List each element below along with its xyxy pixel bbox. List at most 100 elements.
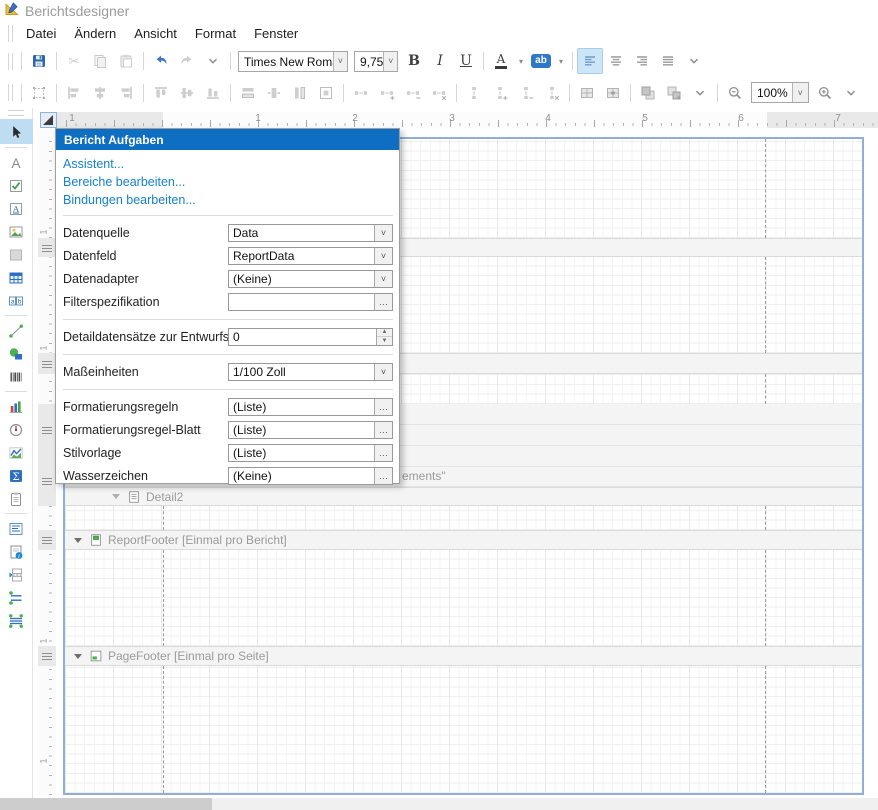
collapse-triangle-icon[interactable] bbox=[74, 538, 82, 543]
band-splitter-handle[interactable] bbox=[42, 245, 52, 252]
font-name-combo-dropdown-icon[interactable]: ˅ bbox=[333, 52, 347, 71]
label-tool[interactable]: A bbox=[2, 151, 30, 174]
zoom-in-button[interactable] bbox=[812, 80, 838, 106]
ellipsis-button[interactable]: … bbox=[374, 294, 392, 310]
font-name-combo[interactable]: Times New Roman˅ bbox=[238, 51, 348, 72]
ruler-corner-button[interactable] bbox=[40, 112, 57, 128]
dropdown-button[interactable]: ˅ bbox=[374, 225, 392, 241]
copy-button[interactable] bbox=[87, 48, 113, 74]
spin-up-icon[interactable]: ▲ bbox=[377, 329, 392, 338]
align-center-button[interactable] bbox=[603, 48, 629, 74]
align-lefts-button[interactable] bbox=[61, 80, 87, 106]
shape-tool[interactable] bbox=[2, 342, 30, 365]
band-splitter-handle[interactable] bbox=[42, 478, 52, 485]
align-rights-button[interactable] bbox=[113, 80, 139, 106]
ellipsis-button[interactable]: … bbox=[374, 445, 392, 461]
space-horizontal-remove-button[interactable] bbox=[426, 80, 452, 106]
bold-button[interactable]: B bbox=[401, 48, 427, 74]
zoom-combo[interactable]: 100%˅ bbox=[751, 82, 809, 103]
sparkline-tool[interactable] bbox=[2, 441, 30, 464]
field-combo-control[interactable]: ReportData˅ bbox=[228, 247, 393, 265]
underline-button[interactable]: U bbox=[453, 48, 479, 74]
page-info-tool[interactable]: i bbox=[2, 540, 30, 563]
richtext-tool[interactable]: A bbox=[2, 197, 30, 220]
equal-height-button[interactable] bbox=[287, 80, 313, 106]
align-left-button[interactable] bbox=[577, 48, 603, 74]
font-size-combo-dropdown-icon[interactable]: ˅ bbox=[383, 52, 397, 71]
order-dropdown[interactable] bbox=[687, 80, 713, 106]
space-vertical-decrease-button[interactable] bbox=[513, 80, 539, 106]
cross-band-line-tool[interactable] bbox=[2, 586, 30, 609]
band-content[interactable] bbox=[65, 550, 862, 646]
align-bottoms-button[interactable] bbox=[200, 80, 226, 106]
space-horizontal-increase-button[interactable] bbox=[374, 80, 400, 106]
size-to-control-button[interactable] bbox=[600, 80, 626, 106]
band-content[interactable] bbox=[65, 506, 862, 530]
cut-button[interactable]: ✂ bbox=[61, 48, 87, 74]
space-vertical-remove-button[interactable] bbox=[539, 80, 565, 106]
font-size-combo[interactable]: 9,75˅ bbox=[354, 51, 398, 72]
space-vertical-equal-button[interactable] bbox=[461, 80, 487, 106]
space-horizontal-decrease-button[interactable] bbox=[400, 80, 426, 106]
paste-button[interactable] bbox=[113, 48, 139, 74]
field-combo-control[interactable]: (Keine)˅ bbox=[228, 270, 393, 288]
font-color-dropdown[interactable]: ▾ bbox=[514, 48, 528, 74]
ellipsis-button[interactable]: … bbox=[374, 468, 392, 484]
field-combo-control[interactable]: Data˅ bbox=[228, 224, 393, 242]
band-splitter-handle[interactable] bbox=[42, 537, 52, 544]
band-header-reportfooter[interactable]: ReportFooter [Einmal pro Bericht] bbox=[65, 530, 862, 550]
collapse-triangle-icon[interactable] bbox=[74, 654, 82, 659]
ellipsis-button[interactable]: … bbox=[374, 399, 392, 415]
panel-tool[interactable] bbox=[2, 243, 30, 266]
collapse-triangle-icon[interactable] bbox=[112, 494, 120, 499]
checkbox-tool[interactable] bbox=[2, 174, 30, 197]
highlight-dropdown[interactable]: ▾ bbox=[554, 48, 568, 74]
line-tool[interactable] bbox=[2, 319, 30, 342]
font-color-button[interactable]: A bbox=[488, 48, 514, 74]
pointer-tool[interactable] bbox=[0, 119, 33, 144]
pivot-grid-tool[interactable]: Σ bbox=[2, 464, 30, 487]
align-middles-button[interactable] bbox=[174, 80, 200, 106]
band-splitter-handle[interactable] bbox=[42, 427, 52, 434]
menu-item-format[interactable]: Format bbox=[186, 23, 245, 44]
panel-link-2[interactable]: Bindungen bearbeiten... bbox=[63, 192, 196, 209]
menu-item-ndern[interactable]: Ändern bbox=[65, 23, 125, 44]
save-button[interactable] bbox=[26, 48, 52, 74]
gauge-tool[interactable] bbox=[2, 418, 30, 441]
table-tool[interactable] bbox=[2, 266, 30, 289]
zoom-out-button[interactable] bbox=[722, 80, 748, 106]
zoom-dropdown[interactable] bbox=[838, 80, 864, 106]
ellipsis-button[interactable]: … bbox=[374, 422, 392, 438]
spin-down-icon[interactable]: ▼ bbox=[377, 337, 392, 345]
center-horizontally-button[interactable] bbox=[261, 80, 287, 106]
barcode-tool[interactable] bbox=[2, 365, 30, 388]
field-ellipsis-control[interactable]: (Liste)… bbox=[228, 444, 393, 462]
size-to-grid-button[interactable] bbox=[574, 80, 600, 106]
panel-link-0[interactable]: Assistent... bbox=[63, 156, 124, 173]
band-header-pagefooter[interactable]: PageFooter [Einmal pro Seite] bbox=[65, 646, 862, 666]
align-centers-button[interactable] bbox=[87, 80, 113, 106]
horizontal-scrollbar[interactable] bbox=[0, 798, 878, 810]
menu-item-datei[interactable]: Datei bbox=[17, 23, 65, 44]
field-spin-control[interactable]: 0▲▼ bbox=[228, 328, 393, 346]
band-splitter-handle[interactable] bbox=[42, 653, 52, 660]
field-ellipsis-control[interactable]: (Liste)… bbox=[228, 398, 393, 416]
spin-buttons[interactable]: ▲▼ bbox=[376, 329, 392, 345]
character-comb-tool[interactable]: ab bbox=[2, 289, 30, 312]
field-combo-control[interactable]: 1/100 Zoll˅ bbox=[228, 363, 393, 381]
menu-item-fenster[interactable]: Fenster bbox=[245, 23, 307, 44]
alignment-dropdown[interactable] bbox=[681, 48, 707, 74]
cross-band-box-tool[interactable] bbox=[2, 609, 30, 632]
table-of-contents-tool[interactable] bbox=[2, 517, 30, 540]
undo-history-dropdown[interactable] bbox=[200, 48, 226, 74]
picture-tool[interactable] bbox=[2, 220, 30, 243]
page-break-tool[interactable] bbox=[2, 563, 30, 586]
chart-tool[interactable] bbox=[2, 395, 30, 418]
menu-item-ansicht[interactable]: Ansicht bbox=[125, 23, 186, 44]
field-ellipsis-control[interactable]: … bbox=[228, 293, 393, 311]
space-horizontal-equal-button[interactable] bbox=[348, 80, 374, 106]
zoom-combo-dropdown-icon[interactable]: ˅ bbox=[792, 83, 808, 102]
send-to-back-button[interactable] bbox=[661, 80, 687, 106]
bring-to-front-button[interactable] bbox=[635, 80, 661, 106]
band-content[interactable] bbox=[65, 666, 862, 793]
